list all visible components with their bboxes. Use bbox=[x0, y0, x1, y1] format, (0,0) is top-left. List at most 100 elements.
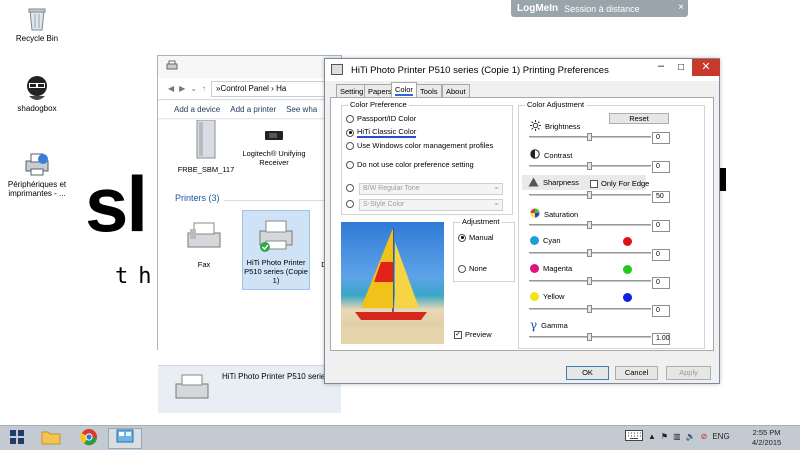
ok-button[interactable]: OK bbox=[566, 366, 609, 380]
radio-hiti-classic[interactable]: HiTi Classic Color bbox=[346, 127, 417, 138]
radio-indicator bbox=[346, 200, 354, 208]
folder-icon bbox=[41, 429, 61, 448]
fax-icon bbox=[170, 215, 238, 257]
brightness-thumb[interactable] bbox=[587, 133, 592, 141]
close-icon[interactable]: ✕ bbox=[692, 59, 720, 76]
windows-logo-icon bbox=[9, 429, 25, 448]
gamma-thumb[interactable] bbox=[587, 333, 592, 341]
preview-checkbox[interactable]: ✓ Preview bbox=[454, 330, 492, 339]
printing-preferences-dialog: HiTi Photo Printer P510 series (Copie 1)… bbox=[324, 58, 720, 384]
contrast-value[interactable]: 0 bbox=[652, 161, 670, 173]
chevron-down-icon[interactable]: ⌄ bbox=[190, 84, 197, 93]
radio-windows-profiles[interactable]: Use Windows color management profiles bbox=[346, 141, 493, 150]
volume-icon[interactable]: 🔈 bbox=[686, 432, 696, 441]
desktop-icon-label: shadogbox bbox=[17, 104, 57, 113]
radio-manual[interactable]: Manual bbox=[458, 233, 494, 242]
flag-icon[interactable]: ⚑ bbox=[661, 432, 668, 441]
printer-item[interactable]: Fax bbox=[170, 215, 238, 269]
tab-tools[interactable]: Tools bbox=[416, 84, 442, 98]
yellow-dot-icon bbox=[530, 292, 539, 301]
radio-passport-id[interactable]: Passport/ID Color bbox=[346, 114, 416, 123]
device-item[interactable]: Logitech® Unifying Receiver bbox=[240, 120, 308, 167]
taskbar: ▲ ⚑ ▥ 🔈 ⊘ ENG 2:55 PM 4/2/2015 bbox=[0, 425, 800, 450]
add-device-button[interactable]: Add a device bbox=[174, 105, 220, 114]
cancel-button[interactable]: Cancel bbox=[615, 366, 658, 380]
taskbar-chrome[interactable] bbox=[72, 428, 106, 449]
sailboat-illustration bbox=[341, 228, 444, 344]
radio-indicator bbox=[346, 128, 354, 137]
magenta-label: Magenta bbox=[530, 264, 572, 273]
start-button[interactable] bbox=[0, 428, 34, 449]
tab-setting[interactable]: Setting bbox=[336, 84, 368, 98]
radio-label: HiTi Classic Color bbox=[357, 127, 417, 138]
sharpness-thumb[interactable] bbox=[587, 191, 592, 199]
bw-tone-select[interactable]: B/W Regular Tone bbox=[359, 182, 503, 195]
cyan-thumb[interactable] bbox=[587, 249, 592, 257]
radio-s-style[interactable] bbox=[346, 200, 354, 208]
taskbar-control-panel[interactable] bbox=[108, 428, 142, 449]
cyan-value[interactable]: 0 bbox=[652, 249, 670, 261]
device-item[interactable]: FRBE_SBM_117 bbox=[172, 119, 240, 174]
radio-bw-tone[interactable] bbox=[346, 184, 354, 192]
tab-about[interactable]: About bbox=[442, 84, 470, 98]
saturation-value[interactable]: 0 bbox=[652, 220, 670, 232]
tab-color[interactable]: Color bbox=[391, 82, 417, 98]
magenta-thumb[interactable] bbox=[587, 277, 592, 285]
radio-label: Manual bbox=[469, 233, 494, 242]
blocked-icon[interactable]: ⊘ bbox=[701, 432, 708, 441]
s-style-select[interactable]: S-Style Color bbox=[359, 198, 503, 211]
printer-label: Fax bbox=[197, 260, 211, 269]
breadcrumb-control-panel[interactable]: Control Panel bbox=[220, 84, 268, 93]
chrome-icon bbox=[80, 428, 98, 449]
dialog-title: HiTi Photo Printer P510 series (Copie 1)… bbox=[351, 64, 609, 76]
saturation-thumb[interactable] bbox=[587, 221, 592, 229]
desktop-icon-devices-printers[interactable]: Périphériques et imprimantes - ... bbox=[2, 150, 72, 198]
maximize-icon[interactable]: □ bbox=[671, 61, 691, 75]
network-icon[interactable]: ▥ bbox=[673, 432, 681, 441]
yellow-label: Yellow bbox=[530, 292, 564, 301]
add-printer-button[interactable]: Add a printer bbox=[230, 105, 276, 114]
language-indicator[interactable]: ENG bbox=[712, 432, 729, 441]
yellow-value[interactable]: 0 bbox=[652, 305, 670, 317]
radio-indicator bbox=[346, 141, 354, 150]
devices-printers-icon bbox=[23, 150, 51, 178]
red-dot-icon bbox=[623, 237, 632, 246]
logmein-close-icon[interactable]: × bbox=[678, 2, 684, 13]
back-icon[interactable]: ◀ bbox=[168, 84, 174, 93]
minimize-icon[interactable]: – bbox=[651, 61, 671, 75]
blue-dot-icon bbox=[623, 293, 632, 302]
up-icon[interactable]: ↑ bbox=[202, 84, 206, 93]
keyboard-icon[interactable] bbox=[625, 430, 643, 443]
breadcrumb[interactable]: » Control Panel › Ha bbox=[211, 80, 341, 97]
forward-icon[interactable]: ▶ bbox=[179, 84, 185, 93]
taskbar-file-explorer[interactable] bbox=[34, 428, 68, 449]
chevron-up-icon[interactable]: ▲ bbox=[648, 432, 656, 441]
command-bar: Add a device Add a printer See wha bbox=[158, 101, 341, 119]
brightness-value[interactable]: 0 bbox=[652, 132, 670, 144]
slider-name: Yellow bbox=[543, 292, 565, 301]
sharpness-value[interactable]: 50 bbox=[652, 191, 670, 203]
desktop-icon-user[interactable]: shadogbox bbox=[2, 74, 72, 113]
logmein-bar[interactable]: LogMeIn Session à distance × bbox=[511, 0, 688, 17]
printer-item-selected[interactable]: HiTi Photo Printer P510 series (Copie 1) bbox=[242, 210, 310, 290]
contrast-thumb[interactable] bbox=[587, 162, 592, 170]
only-for-edge-checkbox[interactable]: Only For Edge bbox=[590, 179, 649, 188]
user-avatar-icon bbox=[23, 74, 51, 102]
clock[interactable]: 2:55 PM 4/2/2015 bbox=[752, 428, 781, 448]
apply-button[interactable]: Apply bbox=[666, 366, 711, 380]
gamma-value[interactable]: 1.00 bbox=[652, 333, 670, 345]
radio-label: Do not use color preference setting bbox=[357, 160, 474, 169]
slider-name: Gamma bbox=[541, 320, 568, 330]
printer-label: HiTi Photo Printer P510 series (Copie 1) bbox=[244, 258, 308, 285]
desktop-icon-recycle-bin[interactable]: Recycle Bin bbox=[2, 4, 72, 43]
brightness-label: Brightness bbox=[530, 120, 580, 133]
radio-no-preference[interactable]: Do not use color preference setting bbox=[346, 160, 474, 169]
reset-button[interactable]: Reset bbox=[609, 113, 669, 124]
breadcrumb-next[interactable]: Ha bbox=[276, 84, 286, 93]
radio-none[interactable]: None bbox=[458, 264, 487, 273]
yellow-thumb[interactable] bbox=[587, 305, 592, 313]
device-label: Logitech® Unifying Receiver bbox=[242, 149, 306, 167]
see-what-button[interactable]: See wha bbox=[286, 105, 317, 114]
printers-heading[interactable]: Printers (3) bbox=[175, 193, 220, 203]
magenta-value[interactable]: 0 bbox=[652, 277, 670, 289]
